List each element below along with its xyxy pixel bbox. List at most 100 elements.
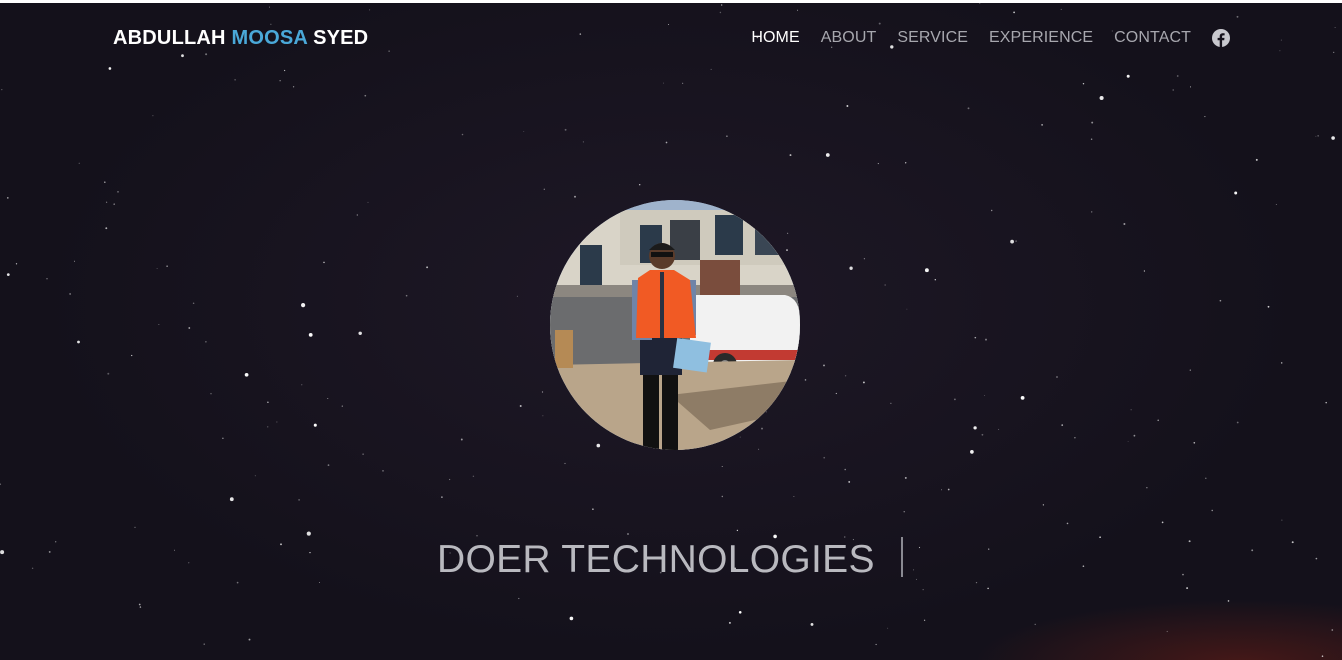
star xyxy=(1074,437,1076,439)
star xyxy=(104,181,106,183)
star xyxy=(1279,50,1281,52)
star xyxy=(574,195,576,198)
star xyxy=(835,392,837,395)
star xyxy=(668,24,670,25)
star xyxy=(564,128,567,131)
star xyxy=(276,421,278,423)
star xyxy=(138,603,141,606)
star xyxy=(726,135,728,138)
star xyxy=(476,535,478,537)
star xyxy=(862,381,865,384)
star xyxy=(341,405,343,407)
nav-contact[interactable]: CONTACT xyxy=(1114,29,1191,47)
star xyxy=(1325,401,1327,404)
star xyxy=(738,610,742,614)
star xyxy=(367,201,369,203)
star xyxy=(1091,121,1094,124)
star xyxy=(364,94,367,97)
star xyxy=(849,266,853,270)
star xyxy=(188,327,191,329)
star xyxy=(721,4,723,6)
star xyxy=(516,295,518,297)
star xyxy=(244,372,249,377)
star xyxy=(904,476,907,479)
star xyxy=(934,279,936,281)
brand-last-name: SYED xyxy=(313,27,369,49)
star xyxy=(107,372,110,375)
nav-home[interactable]: HOME xyxy=(751,29,799,47)
star xyxy=(1189,369,1191,371)
star xyxy=(941,489,942,491)
star xyxy=(0,483,2,485)
star xyxy=(309,551,311,554)
star xyxy=(518,597,520,600)
nav-experience[interactable]: EXPERIENCE xyxy=(989,29,1093,47)
star xyxy=(55,541,57,543)
main-navigation: HOME ABOUT SERVICE EXPERIENCE CONTACT xyxy=(751,29,1230,47)
star xyxy=(1161,521,1164,524)
star xyxy=(1042,504,1045,506)
star xyxy=(267,426,269,428)
star xyxy=(1130,409,1132,411)
star xyxy=(1211,509,1213,512)
star xyxy=(875,643,877,646)
star xyxy=(890,402,892,404)
star xyxy=(947,488,950,491)
star xyxy=(1280,362,1283,364)
star xyxy=(719,11,722,14)
star xyxy=(978,3,981,4)
star xyxy=(923,619,926,621)
star xyxy=(596,443,601,448)
star xyxy=(985,338,987,341)
facebook-icon[interactable] xyxy=(1212,29,1230,47)
star xyxy=(786,249,788,252)
star xyxy=(0,550,5,555)
star xyxy=(405,294,408,297)
star xyxy=(139,606,142,608)
star xyxy=(988,548,990,550)
star xyxy=(1091,211,1093,213)
star xyxy=(1143,270,1146,272)
star xyxy=(823,456,826,459)
star xyxy=(739,436,741,438)
star xyxy=(460,438,463,441)
star xyxy=(1123,223,1126,225)
star xyxy=(301,384,303,386)
star xyxy=(721,495,724,498)
star xyxy=(69,293,71,295)
star xyxy=(990,209,993,212)
star xyxy=(905,162,907,164)
star xyxy=(254,475,256,477)
star xyxy=(388,50,390,52)
star xyxy=(105,227,108,230)
site-logo[interactable]: ABDULLAH MOOSA SYED xyxy=(113,27,368,50)
star xyxy=(448,478,451,481)
star xyxy=(1188,540,1191,543)
star xyxy=(1334,27,1336,29)
star xyxy=(48,550,51,553)
star xyxy=(915,578,917,580)
star xyxy=(981,433,984,436)
star xyxy=(903,511,905,513)
star xyxy=(1157,419,1159,422)
nav-service[interactable]: SERVICE xyxy=(897,29,968,47)
star xyxy=(682,82,684,84)
star xyxy=(884,284,886,286)
star xyxy=(765,411,767,413)
star xyxy=(369,9,371,11)
star xyxy=(1099,95,1104,101)
nav-about[interactable]: ABOUT xyxy=(821,29,877,47)
star xyxy=(665,141,668,144)
star xyxy=(382,470,384,472)
star xyxy=(1061,424,1064,426)
star xyxy=(166,265,168,267)
star xyxy=(1236,15,1239,18)
star xyxy=(205,53,208,56)
star xyxy=(974,336,977,339)
star xyxy=(1236,421,1239,424)
star xyxy=(844,468,846,471)
star xyxy=(761,427,763,430)
star xyxy=(134,526,136,529)
star xyxy=(1205,477,1207,480)
star xyxy=(1227,600,1230,602)
